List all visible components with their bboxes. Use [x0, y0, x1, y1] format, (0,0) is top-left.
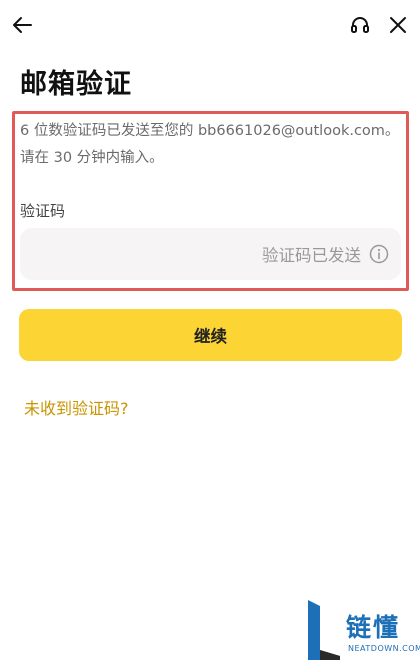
arrow-left-icon — [13, 17, 32, 33]
top-bar — [0, 0, 420, 50]
close-icon — [390, 17, 406, 33]
code-sent-status: 验证码已发送 — [262, 246, 361, 265]
watermark-logo — [308, 600, 340, 660]
verification-code-input[interactable]: 验证码已发送 — [20, 228, 401, 280]
verification-description: 6 位数验证码已发送至您的 bb6661026@outlook.com。 请在 … — [20, 118, 405, 172]
description-line-2: 请在 30 分钟内输入。 — [20, 150, 164, 166]
page-title: 邮箱验证 — [20, 69, 132, 100]
back-button[interactable] — [8, 11, 36, 39]
watermark-subtext: NEATDOWN.COM — [348, 644, 420, 653]
resend-code-link[interactable]: 未收到验证码? — [24, 395, 129, 419]
code-field-label: 验证码 — [20, 202, 66, 220]
close-button[interactable] — [384, 11, 412, 39]
headset-icon — [351, 17, 369, 33]
continue-button[interactable]: 继续 — [19, 309, 402, 361]
description-line-1: 6 位数验证码已发送至您的 bb6661026@outlook.com。 — [20, 123, 400, 139]
watermark-text: 链懂 — [346, 613, 401, 642]
support-button[interactable] — [346, 11, 374, 39]
info-circle-icon[interactable] — [369, 244, 389, 264]
watermark: 链懂 NEATDOWN.COM — [298, 594, 420, 667]
